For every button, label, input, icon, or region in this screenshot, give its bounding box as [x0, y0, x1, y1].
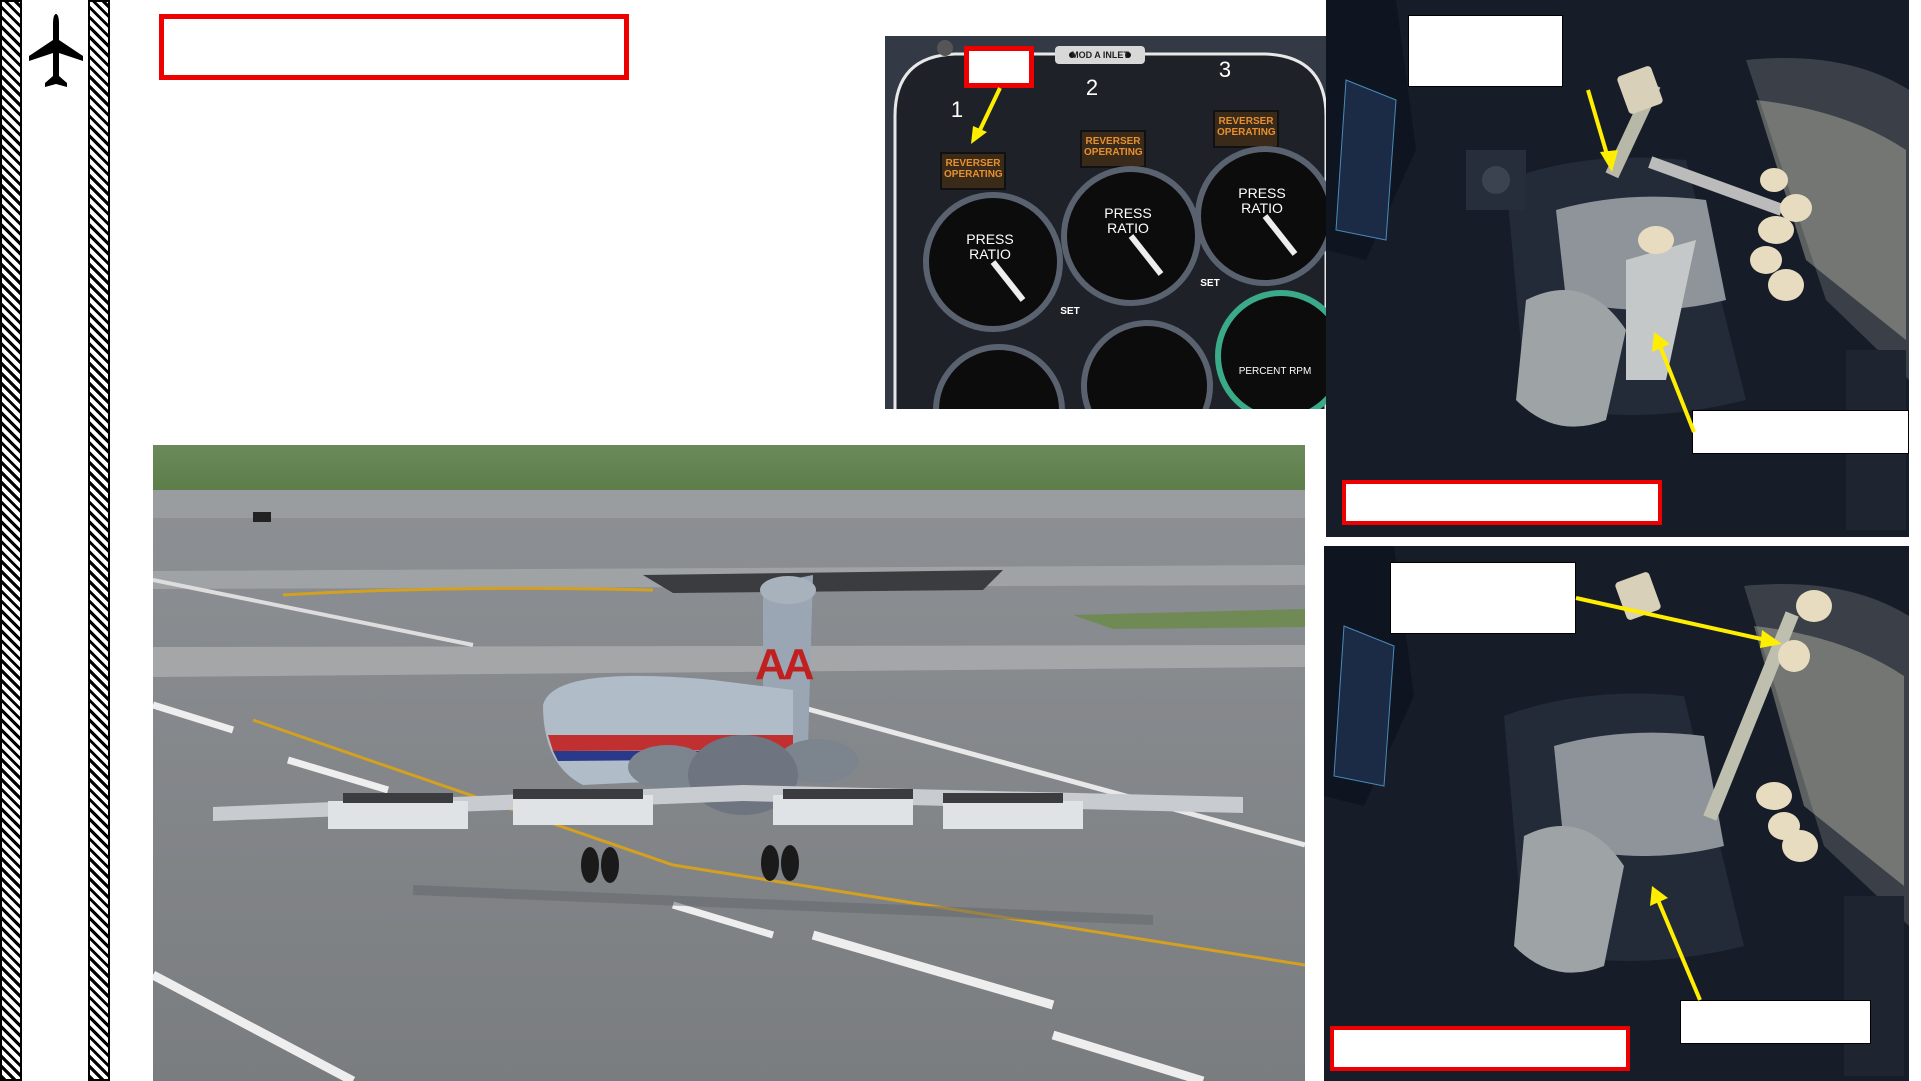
throttle-top-arrows [1586, 89, 1696, 433]
title-box [159, 14, 629, 80]
airplane-icon [27, 12, 85, 92]
engine-instrument-panel-photo: MOD A INLET 1 2 3 REVERSER OPERATING REV… [885, 36, 1326, 409]
aa-tail-logo: AA [755, 640, 815, 689]
sidebar-right-stripe [88, 0, 110, 1081]
reverser-arrow [971, 87, 1002, 144]
throttle-bottom-arrows [1575, 596, 1782, 1001]
aircraft-landing-photo: AA [153, 445, 1305, 1081]
throttle-quadrant-photo-bottom [1324, 546, 1909, 1081]
throttle-quadrant-photo-top [1326, 0, 1909, 537]
sidebar-left-stripe [0, 0, 22, 1081]
